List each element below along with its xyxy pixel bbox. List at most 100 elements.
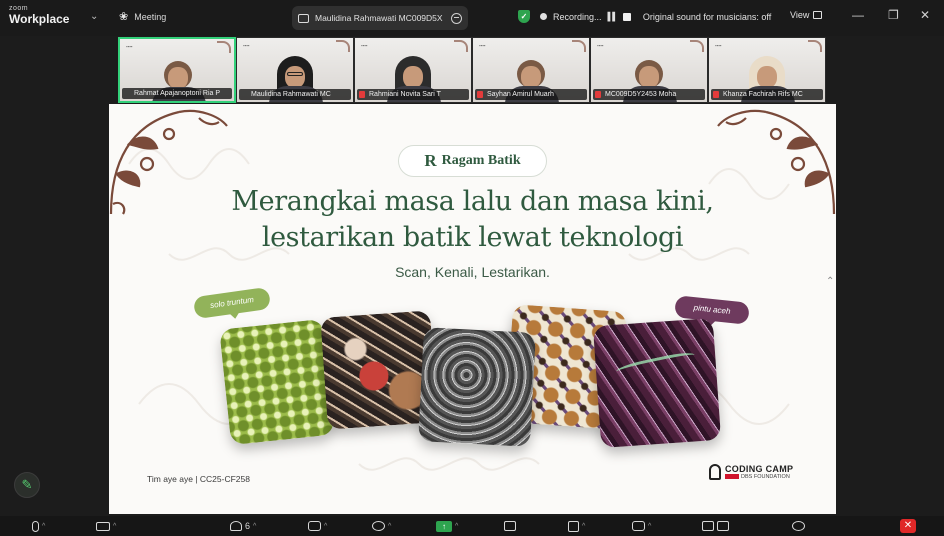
- video-options-chevron-icon[interactable]: ^: [113, 523, 116, 530]
- whiteboard-icon: [632, 521, 645, 531]
- audio-button[interactable]: ^: [32, 519, 45, 533]
- meeting-toolbar: ^ ^ 6 ^ ^ ^ ↑ ^ ^ ^ ✕: [0, 516, 944, 536]
- muted-mic-icon: [359, 91, 365, 98]
- chevron-down-icon[interactable]: ⌄: [90, 11, 98, 22]
- slide-collapse-handle-icon[interactable]: ⌃: [826, 276, 836, 296]
- pause-icon[interactable]: ▌▌: [608, 12, 618, 21]
- chat-button[interactable]: ^: [308, 519, 327, 533]
- apps-button[interactable]: ^: [568, 519, 585, 533]
- view-label: View: [790, 10, 810, 20]
- participant-tile[interactable]: ▪▪▪▪ Rahmat Apajanoptoni Ria P: [118, 37, 236, 103]
- stop-record-icon: [717, 521, 729, 531]
- coding-camp-logo: CODING CAMP DBS FOUNDATION: [709, 464, 793, 480]
- end-call-icon: ✕: [900, 519, 916, 533]
- meeting-menu[interactable]: ❀ Meeting: [119, 10, 166, 23]
- chat-chevron-icon[interactable]: ^: [324, 523, 327, 530]
- minimize-icon[interactable]: [451, 12, 462, 24]
- top-bar: zoom Workplace ⌄ ❀ Meeting Maulidina Rah…: [0, 0, 944, 36]
- brand-line2: Workplace: [9, 12, 70, 26]
- participant-name: Sayhan Amirul Muarh: [475, 89, 587, 100]
- pause-recording-button[interactable]: [702, 519, 729, 533]
- participants-icon: [230, 521, 242, 531]
- audio-options-chevron-icon[interactable]: ^: [42, 523, 45, 530]
- dbs-mark-icon: [725, 474, 739, 480]
- shared-screen-slide: R Ragam Batik Merangkai masa lalu dan ma…: [109, 104, 836, 514]
- recording-label: Recording...: [553, 11, 602, 22]
- view-grid-icon: [813, 11, 823, 19]
- participant-tile[interactable]: ▪▪▪▪ Khanza Fachirah Rifs MC: [708, 37, 826, 103]
- screen-share-indicator[interactable]: Maulidina Rahmawati MC009D5X: [292, 6, 468, 30]
- participant-tile[interactable]: ▪▪▪▪ Rahmiani Novita Sari T: [354, 37, 472, 103]
- microphone-icon: [32, 520, 39, 532]
- apps-icon: [568, 520, 579, 532]
- participants-count: 6: [245, 521, 251, 531]
- whiteboards-button[interactable]: ^: [632, 519, 651, 533]
- window-restore-icon[interactable]: ❐: [888, 8, 899, 22]
- slide-headline-line2: lestarikan batik lewat teknologi: [261, 222, 684, 253]
- participant-name: Maulidina Rahmawati MC: [239, 89, 351, 100]
- whiteboard-chevron-icon[interactable]: ^: [648, 523, 651, 530]
- batik-fabric-grey: [418, 327, 536, 447]
- camera-icon: [96, 521, 110, 531]
- tile-ornament: [690, 40, 704, 52]
- muted-mic-icon: [713, 91, 719, 98]
- original-sound-label[interactable]: Original sound for musicians: off: [643, 12, 771, 22]
- chat-icon: [308, 521, 321, 531]
- tile-logo: ▪▪▪▪: [715, 43, 722, 48]
- screen-icon: [298, 13, 309, 23]
- video-button[interactable]: ^: [96, 519, 116, 533]
- participant-name: Rahmat Apajanoptoni Ria P: [122, 88, 232, 99]
- tile-ornament: [572, 40, 586, 52]
- participant-gallery: ▪▪▪▪ Rahmat Apajanoptoni Ria P ▪▪▪▪ Maulidi…: [118, 37, 826, 103]
- recording-dot-icon: [540, 13, 547, 20]
- window-close-icon[interactable]: ✕: [920, 8, 930, 22]
- record-button[interactable]: [504, 519, 516, 533]
- record-icon: [504, 521, 516, 531]
- tile-ornament: [336, 40, 350, 52]
- tile-ornament: [454, 40, 468, 52]
- participant-name: MC009D5Y2453 Moha: [593, 89, 705, 100]
- share-chevron-icon[interactable]: ^: [455, 523, 458, 530]
- participant-face: [403, 66, 423, 88]
- shield-check-icon[interactable]: ✓: [518, 10, 530, 23]
- participant-face: [521, 66, 541, 88]
- participant-tile[interactable]: ▪▪▪▪ Sayhan Amirul Muarh: [472, 37, 590, 103]
- tile-logo: ▪▪▪▪: [126, 44, 133, 49]
- annotate-pencil-icon[interactable]: ✎: [14, 472, 40, 498]
- reaction-icon: [372, 521, 385, 531]
- sponsor-line2: DBS FOUNDATION: [741, 474, 790, 480]
- logo-text: Ragam Batik: [441, 153, 521, 168]
- participant-tile[interactable]: ▪▪▪▪ Maulidina Rahmawati MC: [236, 37, 354, 103]
- batik-fabric-purple: [592, 317, 722, 449]
- status-area: ✓ Recording... ▌▌ Original sound for mus…: [518, 10, 771, 23]
- tile-logo: ▪▪▪▪: [361, 43, 368, 48]
- slide-subheadline: Scan, Kenali, Lestarikan.: [395, 264, 550, 280]
- pause-record-icon: [702, 521, 714, 531]
- more-button[interactable]: [792, 519, 805, 533]
- coding-camp-mark-icon: [709, 464, 721, 480]
- share-screen-icon: ↑: [436, 520, 452, 532]
- participants-button[interactable]: 6 ^: [230, 519, 256, 533]
- view-button[interactable]: View: [790, 10, 823, 20]
- end-meeting-button[interactable]: ✕: [900, 519, 916, 533]
- team-credit: Tim aye aye | CC25-CF258: [147, 474, 250, 484]
- participant-name: Rahmiani Novita Sari T: [357, 89, 469, 100]
- apps-chevron-icon[interactable]: ^: [582, 523, 585, 530]
- paw-icon: ❀: [119, 11, 129, 23]
- participants-chevron-icon[interactable]: ^: [253, 523, 256, 530]
- muted-mic-icon: [477, 91, 483, 98]
- react-button[interactable]: ^: [372, 519, 391, 533]
- share-screen-button[interactable]: ↑ ^: [436, 519, 458, 533]
- participant-tile[interactable]: ▪▪▪▪ MC009D5Y2453 Moha: [590, 37, 708, 103]
- stop-icon[interactable]: [622, 12, 631, 21]
- tile-logo: ▪▪▪▪: [597, 43, 604, 48]
- batik-fabric-green: [219, 318, 335, 446]
- tile-logo: ▪▪▪▪: [479, 43, 486, 48]
- slide-headline-line1: Merangkai masa lalu dan masa kini,: [231, 186, 714, 217]
- window-minimize-icon[interactable]: —: [852, 8, 864, 22]
- more-icon: [792, 521, 805, 531]
- participant-face: [285, 66, 305, 88]
- zoom-workplace-logo[interactable]: zoom Workplace: [9, 5, 69, 25]
- react-chevron-icon[interactable]: ^: [388, 523, 391, 530]
- ragam-batik-logo: R Ragam Batik: [398, 145, 547, 177]
